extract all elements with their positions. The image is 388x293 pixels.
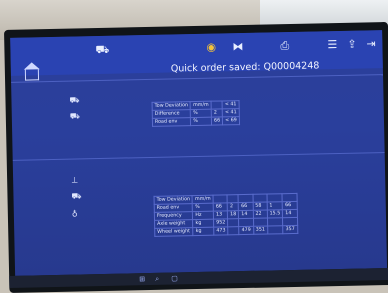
search-icon[interactable]: ⌕ [155, 275, 159, 284]
page-title: Quick order saved: Q00004248 [170, 60, 320, 75]
car-front-icon: ⛟ [69, 95, 80, 105]
cell-value [211, 100, 223, 110]
wheel-icon: ⊥ [71, 175, 79, 185]
cell-unit: kg [193, 227, 214, 236]
printer-icon[interactable]: ⎙ [280, 39, 289, 52]
cell-value: 66 [211, 116, 223, 126]
cell-value: 2 [211, 108, 223, 118]
table-row: Wheel weight kg 473 479 351 357 [154, 225, 298, 237]
cell-value: 479 [239, 226, 254, 235]
table-row: Road env % 66 < 69 [152, 116, 240, 127]
cell-value: 351 [253, 226, 268, 235]
export-icon[interactable]: ⇪ [347, 38, 356, 51]
lower-table: Tow Deviation mm/m Road env % 66 2 66 58… [154, 193, 298, 237]
circle-icon[interactable]: ◉ [206, 41, 216, 54]
lower-panel: ⊥ ⛟ ♁ Tow Deviation mm/m Road env % 66 2… [12, 152, 387, 271]
cell-value: 357 [283, 225, 298, 234]
app-screen: ⛟ ◉ ⧓ ⎙ ☰ ⇪ ⇥ Quick order saved: Q000042… [10, 30, 388, 276]
axle-icon[interactable]: ⧓ [232, 40, 243, 53]
car-side-icon: ⛟ [69, 111, 80, 121]
car-icon: ⛟ [71, 191, 82, 201]
app-icon[interactable]: ▢ [171, 274, 178, 282]
cell-value: < 69 [222, 116, 240, 125]
truck-icon[interactable]: ⛟ [95, 43, 109, 56]
cell-value: 2 [227, 202, 239, 211]
upper-panel: ⛟ ⛟ Tow Deviation mm/m < 41 Difference %… [11, 74, 385, 159]
monitor: ⛟ ◉ ⧓ ⎙ ☰ ⇪ ⇥ Quick order saved: Q000042… [4, 21, 388, 293]
cell-value: 473 [213, 226, 229, 236]
exit-icon[interactable]: ⇥ [366, 37, 375, 50]
upper-table: Tow Deviation mm/m < 41 Difference % 2 <… [152, 100, 240, 127]
cell-unit: % [190, 117, 212, 126]
start-icon[interactable]: ⊞ [139, 275, 145, 283]
home-icon[interactable] [24, 69, 40, 81]
cell-label: Wheel weight [154, 227, 194, 237]
list-icon[interactable]: ☰ [327, 38, 337, 51]
cell-label: Road env [152, 117, 191, 127]
lock-icon: ♁ [71, 209, 78, 219]
cell-value: 18 [227, 210, 239, 219]
